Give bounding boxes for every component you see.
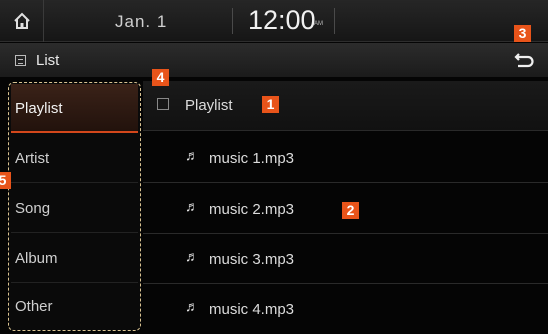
sidebar-item-label: Playlist bbox=[15, 100, 63, 117]
music-note-icon: ♬ bbox=[185, 147, 199, 163]
list-item[interactable]: ♬ music 1.mp3 bbox=[143, 133, 548, 183]
sidebar-item-album[interactable]: Album bbox=[11, 234, 138, 283]
sidebar-item-label: Album bbox=[15, 250, 58, 267]
list-item[interactable]: ♬ music 4.mp3 bbox=[143, 284, 548, 334]
music-note-icon: ♬ bbox=[185, 248, 199, 264]
back-arrow-icon bbox=[514, 53, 534, 68]
status-bar: Jan. 1 12:00 AM bbox=[0, 0, 548, 42]
list-item-label: music 4.mp3 bbox=[209, 301, 295, 318]
home-icon bbox=[13, 12, 30, 29]
music-note-icon: ♬ bbox=[185, 198, 199, 214]
sidebar-item-label: Other bbox=[15, 298, 53, 315]
clock-time: 12:00 bbox=[248, 5, 316, 35]
folder-icon bbox=[157, 98, 169, 110]
list-icon bbox=[15, 55, 26, 66]
sidebar-item-song[interactable]: Song bbox=[11, 184, 138, 233]
callout-1: 1 bbox=[262, 96, 279, 113]
date-label: Jan. 1 bbox=[115, 12, 168, 31]
sidebar-item-other[interactable]: Other bbox=[11, 282, 138, 331]
list-item-label: music 2.mp3 bbox=[209, 201, 295, 218]
sidebar-item-label: Artist bbox=[15, 150, 50, 167]
sidebar-item-artist[interactable]: Artist bbox=[11, 134, 138, 183]
list-item-label: music 1.mp3 bbox=[209, 150, 295, 167]
music-note-icon: ♬ bbox=[185, 298, 199, 314]
list-item[interactable]: ♬ music 3.mp3 bbox=[143, 234, 548, 284]
clock-ampm: AM bbox=[314, 21, 323, 27]
divider bbox=[232, 8, 233, 34]
callout-2: 2 bbox=[342, 202, 359, 219]
back-button[interactable] bbox=[500, 43, 548, 77]
page-title: List bbox=[36, 52, 60, 69]
sidebar-item-label: Song bbox=[15, 200, 51, 217]
callout-5: 5 bbox=[0, 172, 11, 189]
divider bbox=[334, 8, 335, 34]
callout-3: 3 bbox=[514, 25, 531, 42]
category-sidebar: Playlist Artist Song Album Other bbox=[8, 82, 141, 331]
list-header-playlist[interactable]: Playlist bbox=[143, 81, 548, 131]
home-button[interactable] bbox=[0, 0, 44, 42]
list-item-label: music 3.mp3 bbox=[209, 251, 295, 268]
list-header-label: Playlist bbox=[185, 97, 233, 114]
title-bar: List bbox=[0, 43, 548, 77]
music-list-screen: Jan. 1 12:00 AM List Playlist Artist Son… bbox=[0, 0, 548, 334]
callout-4: 4 bbox=[152, 69, 169, 86]
sidebar-item-playlist[interactable]: Playlist bbox=[11, 84, 138, 133]
